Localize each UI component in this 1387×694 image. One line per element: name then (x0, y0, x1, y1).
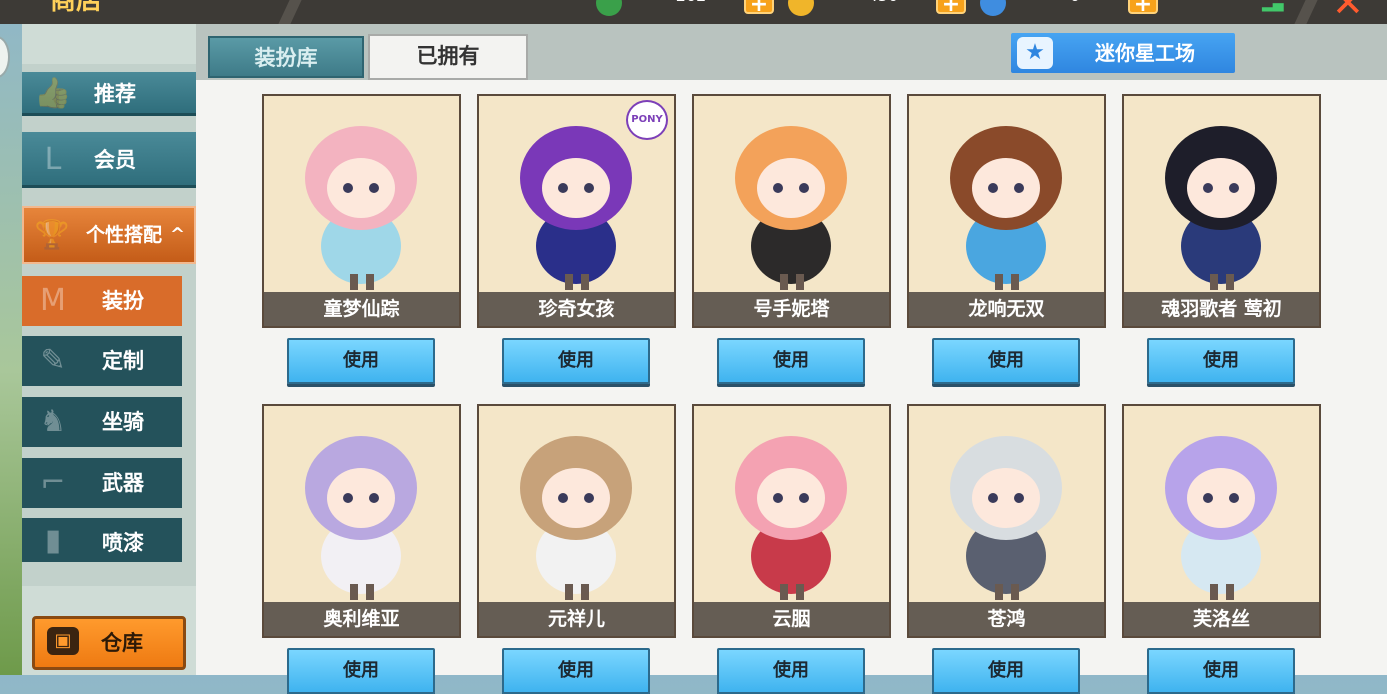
signal-icon: ▂▄ (1262, 0, 1284, 12)
sidebar-item-label: 定制 (102, 349, 144, 373)
costume-card[interactable]: 云胭 (692, 404, 891, 638)
tab-owned[interactable]: 已拥有 (368, 34, 528, 80)
costume-name: 云胭 (694, 602, 889, 636)
add-star-coin-button[interactable]: + (1128, 0, 1158, 17)
sidebar-item-mount[interactable]: ♞ 坐骑 (22, 397, 182, 447)
costume-card[interactable]: PONY 珍奇女孩 (477, 94, 676, 328)
use-button[interactable]: 使用 (502, 338, 650, 384)
top-bar: 商店 262 + 450 + 0 + ▂▄ ✕ (0, 0, 1387, 24)
costume-name: 珍奇女孩 (479, 292, 674, 326)
costume-grid: 童梦仙踪 使用 PONY 珍奇女孩 使用 号手妮塔 使用 龙响无双 使用 魂羽歌者 莺初 使用 奥利维… (196, 80, 1387, 694)
sidebar-item-recommend[interactable]: 👍 推荐 (22, 72, 196, 116)
sidebar-item-spray[interactable]: ▮ 喷漆 (22, 518, 182, 562)
trophy-icon: 🏆 (34, 218, 70, 251)
tab-bar: 装扮库 已拥有 ★ 迷你星工场 (196, 24, 1387, 80)
costume-name: 龙响无双 (909, 292, 1104, 326)
chest-icon: ▣ (47, 627, 79, 655)
costume-portrait (479, 406, 674, 602)
costume-name: 芙洛丝 (1124, 602, 1319, 636)
brush-icon: ✎ (40, 343, 66, 378)
shop-title: 商店 (50, 0, 103, 16)
sidebar-item-label: 装扮 (102, 289, 144, 313)
use-button[interactable]: 使用 (717, 648, 865, 694)
use-button[interactable]: 使用 (287, 648, 435, 694)
use-button[interactable]: 使用 (717, 338, 865, 384)
sidebar-item-custom[interactable]: ✎ 定制 (22, 336, 182, 386)
sidebar-item-label: 坐骑 (102, 410, 144, 434)
costume-portrait (694, 96, 889, 292)
gun-icon: ⌐ (40, 465, 66, 500)
costume-card[interactable]: 龙响无双 (907, 94, 1106, 328)
costume-portrait (264, 96, 459, 292)
mount-icon: ♞ (39, 404, 67, 439)
tab-costume-library[interactable]: 装扮库 (208, 36, 364, 78)
use-button[interactable]: 使用 (932, 338, 1080, 384)
costume-card[interactable]: 号手妮塔 (692, 94, 891, 328)
sidebar-item-label: 武器 (102, 471, 144, 495)
close-icon: ✕ (1332, 0, 1364, 25)
spray-can-icon: ▮ (44, 523, 62, 558)
costume-portrait (264, 406, 459, 602)
costume-portrait (1124, 406, 1319, 602)
warehouse-button[interactable]: ▣ 仓库 (32, 616, 186, 670)
costume-name: 号手妮塔 (694, 292, 889, 326)
sidebar: 👍 推荐 L 会员 🏆 个性搭配 ^ M 装扮 ✎ 定制 ♞ 坐骑 ⌐ 武器 ▮… (22, 24, 196, 675)
costume-card[interactable]: 元祥儿 (477, 404, 676, 638)
costume-card[interactable]: 童梦仙踪 (262, 94, 461, 328)
sidebar-item-label: 个性搭配 (86, 224, 163, 246)
sidebar-item-label: 会员 (94, 148, 136, 172)
gold-coin-icon (788, 0, 814, 16)
mini-studio-button[interactable]: ★ 迷你星工场 (1011, 33, 1235, 73)
sidebar-group-style[interactable]: 🏆 个性搭配 ^ (22, 206, 196, 264)
sidebar-item-label: 喷漆 (102, 531, 144, 555)
star-coin-value: 0 (1040, 0, 1110, 6)
costume-name: 童梦仙踪 (264, 292, 459, 326)
warehouse-label: 仓库 (101, 631, 143, 655)
costume-card[interactable]: 奥利维亚 (262, 404, 461, 638)
use-button[interactable]: 使用 (502, 648, 650, 694)
use-button[interactable]: 使用 (287, 338, 435, 384)
close-button[interactable]: ✕ (1318, 0, 1374, 22)
mini-studio-label: 迷你星工场 (1095, 41, 1195, 65)
star-coin-icon (980, 0, 1006, 16)
costume-card[interactable]: 魂羽歌者 莺初 (1122, 94, 1321, 328)
vip-l-icon: L (44, 142, 62, 177)
star-icon: ★ (1017, 37, 1053, 69)
costume-name: 苍鸿 (909, 602, 1104, 636)
use-button[interactable]: 使用 (1147, 648, 1295, 694)
sidebar-item-weapon[interactable]: ⌐ 武器 (22, 458, 182, 508)
gold-coin-value: 450 (848, 0, 918, 6)
green-coin-value: 262 (656, 0, 726, 6)
costume-card[interactable]: 芙洛丝 (1122, 404, 1321, 638)
costume-name: 魂羽歌者 莺初 (1124, 292, 1319, 326)
divider (1294, 0, 1318, 24)
divider (278, 0, 302, 24)
costume-name: 奥利维亚 (264, 602, 459, 636)
add-green-coin-button[interactable]: + (744, 0, 774, 17)
green-coin-icon (596, 0, 622, 16)
add-gold-coin-button[interactable]: + (936, 0, 966, 17)
costume-portrait (909, 406, 1104, 602)
main-panel: 装扮库 已拥有 ★ 迷你星工场 童梦仙踪使用 PONY 珍奇女孩使用 号手妮塔使用 龙响… (196, 24, 1387, 694)
pony-badge-icon: PONY (626, 100, 668, 140)
costume-card[interactable]: 苍鸿 (907, 404, 1106, 638)
side-handle[interactable] (0, 36, 10, 78)
sidebar-item-vip[interactable]: L 会员 (22, 132, 196, 188)
shop-screen: 商店 262 + 450 + 0 + ▂▄ ✕ 👍 推荐 L (0, 0, 1387, 694)
use-button[interactable]: 使用 (932, 648, 1080, 694)
chevron-up-icon: ^ (170, 224, 186, 245)
sidebar-item-label: 推荐 (94, 82, 136, 106)
shirt-icon: M (40, 283, 66, 318)
costume-name: 元祥儿 (479, 602, 674, 636)
costume-portrait (1124, 96, 1319, 292)
use-button[interactable]: 使用 (1147, 338, 1295, 384)
sidebar-item-costume[interactable]: M 装扮 (22, 276, 182, 326)
thumbs-up-icon: 👍 (34, 76, 72, 111)
costume-portrait (909, 96, 1104, 292)
costume-portrait (694, 406, 889, 602)
